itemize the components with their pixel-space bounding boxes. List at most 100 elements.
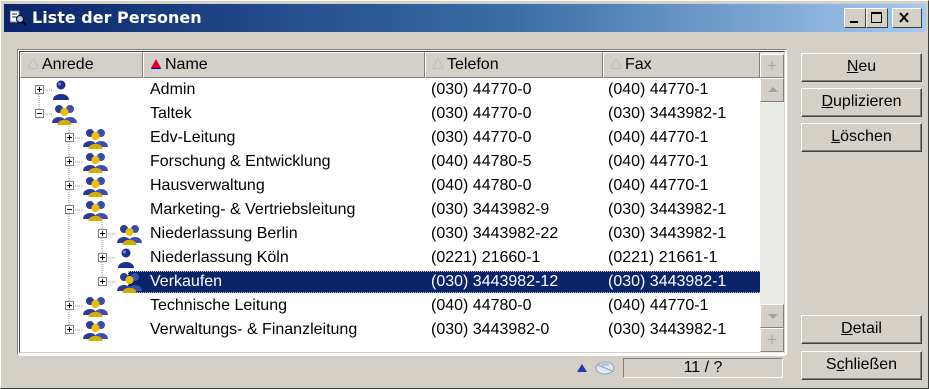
name-cell: Niederlassung Köln	[150, 249, 289, 266]
person-list-window: Liste der Personen Anrede Name Telefon F…	[0, 0, 929, 389]
group-icon	[82, 319, 110, 349]
fax-cell: (0221) 21661-1	[608, 249, 718, 266]
mnemonic: N	[846, 58, 859, 75]
name-cell: Forschung & Entwicklung	[150, 153, 331, 170]
telefon-cell: (030) 44770-0	[431, 129, 532, 146]
tree-row[interactable]: Niederlassung Köln (0221) 21660-1 (0221) 2…	[20, 246, 760, 270]
detail-button[interactable]: Detail	[801, 315, 922, 344]
filter-icon[interactable]	[594, 358, 616, 378]
status-bar: 11 / ?	[19, 355, 785, 380]
telefon-cell: (030) 3443982-22	[431, 225, 559, 242]
arrow-down-icon	[768, 314, 778, 319]
column-header-anrede[interactable]: Anrede	[20, 52, 143, 78]
tree-row[interactable]: Edv-Leitung (030) 44770-0 (040) 44770-1	[20, 126, 760, 150]
scroll-down-button[interactable]	[760, 304, 784, 328]
scroll-corner-button[interactable]	[760, 54, 784, 78]
mnemonic: D	[841, 320, 853, 337]
sort-indicator-icon	[433, 59, 443, 68]
close-button[interactable]	[892, 8, 922, 28]
duplizieren-button[interactable]: Duplizieren	[801, 88, 922, 117]
arrow-up-icon	[768, 87, 778, 92]
fax-cell: (040) 44770-1	[608, 297, 709, 314]
schliessen-button[interactable]: Schließen	[801, 351, 922, 380]
minimize-button[interactable]	[844, 8, 866, 28]
expand-icon[interactable]	[65, 325, 74, 334]
fax-cell: (040) 44770-1	[608, 153, 709, 170]
collapse-icon[interactable]	[65, 205, 74, 214]
expand-icon[interactable]	[65, 301, 74, 310]
tree-row[interactable]: Forschung & Entwicklung (040) 44780-5 (040…	[20, 150, 760, 174]
collapse-icon[interactable]	[35, 109, 44, 118]
fax-cell: (040) 44770-1	[608, 177, 709, 194]
scroll-up-button[interactable]	[760, 78, 784, 102]
tree-row[interactable]: Hausverwaltung (040) 44780-0 (040) 44770-1	[20, 174, 760, 198]
neu-button[interactable]: Neu	[801, 53, 922, 82]
sort-indicator-icon	[611, 59, 621, 68]
telefon-cell: (030) 3443982-12	[431, 273, 559, 290]
record-counter: 11 / ?	[623, 358, 783, 378]
minimize-icon	[850, 21, 858, 23]
telefon-cell: (030) 3443982-0	[431, 321, 550, 338]
fax-cell: (030) 3443982-1	[608, 201, 727, 218]
close-icon	[899, 12, 909, 23]
tree-row[interactable]: Marketing- & Vertriebsleitung (030) 34439…	[20, 198, 760, 222]
tree-row[interactable]: Technische Leitung (040) 44780-0 (040) 447…	[20, 294, 760, 318]
fax-cell: (040) 44770-1	[608, 129, 709, 146]
column-header-label: Fax	[625, 56, 652, 73]
mnemonic: L	[831, 128, 841, 145]
button-label: eu	[858, 58, 877, 75]
button-label: etail	[852, 320, 882, 337]
fax-cell: (030) 3443982-1	[608, 321, 727, 338]
expand-icon[interactable]	[35, 85, 44, 94]
window-title: Liste der Personen	[32, 8, 202, 27]
expand-icon[interactable]	[65, 157, 74, 166]
vertical-scrollbar[interactable]	[760, 52, 784, 353]
column-header-telefon[interactable]: Telefon	[425, 52, 603, 78]
telefon-cell: (040) 44780-0	[431, 297, 532, 314]
plus-icon	[767, 335, 777, 344]
column-header-label: Name	[165, 56, 208, 73]
column-header-label: Telefon	[447, 56, 499, 73]
name-cell: Edv-Leitung	[150, 129, 236, 146]
tree-row[interactable]: Verwaltungs- & Finanzleitung (030) 344398…	[20, 318, 760, 342]
expand-icon[interactable]	[98, 253, 107, 262]
name-cell: Taltek	[150, 105, 192, 122]
name-cell: Niederlassung Berlin	[150, 225, 298, 242]
tree-row[interactable]: Niederlassung Berlin (030) 3443982-22 (030…	[20, 222, 760, 246]
scroll-corner-button-bottom[interactable]	[760, 328, 784, 352]
tree-row[interactable]: Taltek (030) 44770-0 (030) 3443982-1	[20, 102, 760, 126]
loeschen-button[interactable]: Löschen	[801, 123, 922, 152]
name-cell: Hausverwaltung	[150, 177, 265, 194]
telefon-cell: (030) 44770-0	[431, 105, 532, 122]
tree-row[interactable]: Admin (030) 44770-0 (040) 44770-1	[20, 78, 760, 102]
expand-icon[interactable]	[98, 229, 107, 238]
search-list-icon	[10, 10, 26, 26]
button-label: öschen	[840, 128, 892, 145]
telefon-cell: (030) 44770-0	[431, 81, 532, 98]
sort-up-icon[interactable]	[576, 363, 588, 373]
name-cell: Technische Leitung	[150, 297, 287, 314]
expand-icon[interactable]	[98, 277, 107, 286]
fax-cell: (030) 3443982-1	[608, 105, 727, 122]
tree-row[interactable]: Verkaufen (030) 3443982-12 (030) 3443982-1	[20, 270, 766, 294]
title-bar[interactable]: Liste der Personen	[4, 4, 926, 32]
mnemonic: D	[821, 93, 834, 110]
column-header-fax[interactable]: Fax	[603, 52, 760, 78]
button-label: uplizieren	[833, 93, 902, 110]
column-header-name[interactable]: Name	[143, 52, 425, 78]
button-label-prefix: S	[825, 356, 837, 373]
fax-cell: (030) 3443982-1	[608, 225, 727, 242]
expand-icon[interactable]	[65, 133, 74, 142]
telefon-cell: (0221) 21660-1	[431, 249, 541, 266]
name-cell: Admin	[150, 81, 196, 98]
fax-cell: (040) 44770-1	[608, 81, 709, 98]
fax-cell: (030) 3443982-1	[608, 273, 727, 290]
name-cell: Verwaltungs- & Finanzleitung	[150, 321, 358, 338]
telefon-cell: (040) 44780-0	[431, 177, 532, 194]
plus-icon	[767, 61, 777, 70]
column-header-label: Anrede	[42, 56, 94, 73]
maximize-button[interactable]	[866, 8, 888, 28]
name-cell: Marketing- & Vertriebsleitung	[150, 201, 356, 218]
person-list-grid[interactable]: Anrede Name Telefon Fax Admin (030) 4477…	[17, 49, 787, 355]
expand-icon[interactable]	[65, 181, 74, 190]
